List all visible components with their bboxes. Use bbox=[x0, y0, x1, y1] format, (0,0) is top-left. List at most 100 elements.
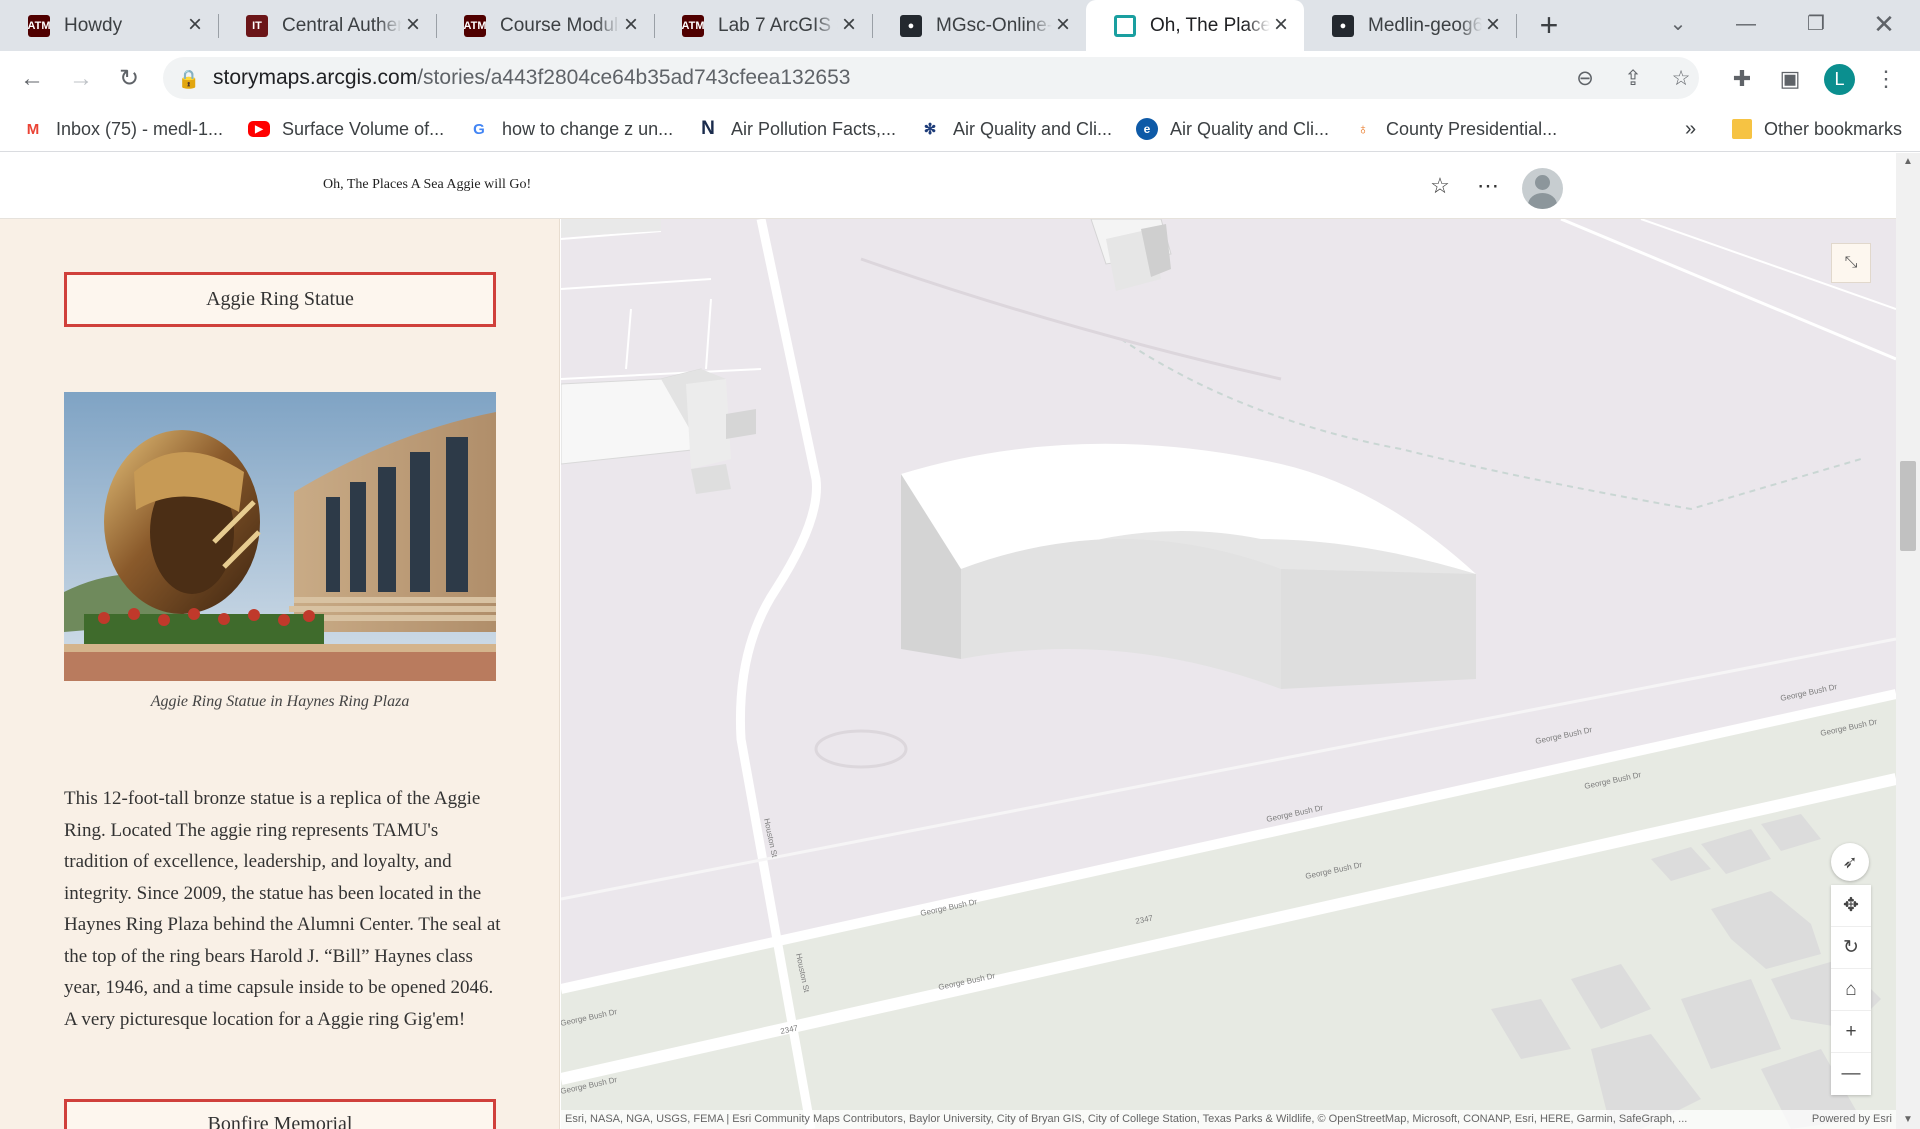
close-icon[interactable]: × bbox=[1270, 12, 1292, 37]
tab-course-module[interactable]: ATM Course Module × bbox=[436, 0, 654, 51]
close-icon[interactable]: × bbox=[1052, 12, 1074, 37]
tab-search-icon[interactable]: ⌄ bbox=[1658, 6, 1698, 42]
tab-oh-the-places[interactable]: Oh, The Places × bbox=[1086, 0, 1304, 51]
tab-title: MGsc-Online-C bbox=[936, 14, 1052, 36]
map-canvas[interactable]: George Bush Dr George Bush Dr George Bus… bbox=[561, 219, 1896, 1129]
tab-mgsc-online[interactable]: ● MGsc-Online-C × bbox=[872, 0, 1086, 51]
story-body-text: This 12-foot-tall bronze statue is a rep… bbox=[64, 788, 501, 1030]
bookmarks-bar: M Inbox (75) - medl-1... ▶ Surface Volum… bbox=[0, 106, 1920, 152]
browser-toolbar: ← → ↻ 🔒 storymaps.arcgis.com/stories/a44… bbox=[0, 51, 1920, 106]
scene-map[interactable]: George Bush Dr George Bush Dr George Bus… bbox=[561, 219, 1896, 1129]
tab-title: Lab 7 ArcGIS St bbox=[718, 14, 838, 36]
close-icon[interactable]: × bbox=[1482, 12, 1504, 37]
tab-title: Oh, The Places bbox=[1150, 14, 1270, 36]
bookmark-label: Surface Volume of... bbox=[282, 118, 445, 139]
back-button[interactable]: ← bbox=[12, 59, 52, 99]
bookmark-star-icon[interactable]: ☆ bbox=[1665, 63, 1697, 95]
bookmark-label: Air Quality and Cli... bbox=[953, 118, 1113, 139]
tamu-logo-icon: ATM bbox=[28, 14, 51, 37]
minimize-button[interactable]: — bbox=[1726, 6, 1766, 42]
compass-icon[interactable]: ➶ bbox=[1831, 843, 1869, 881]
bookmark-air-pollution[interactable]: N Air Pollution Facts,... bbox=[697, 115, 896, 143]
bookmark-air-quality-1[interactable]: ✻ Air Quality and Cli... bbox=[919, 115, 1112, 143]
slide-button-bonfire-memorial[interactable]: Bonfire Memorial bbox=[64, 1099, 496, 1129]
tab-title: Howdy bbox=[64, 14, 123, 36]
tab-medlin-geog[interactable]: ● Medlin-geog6 × bbox=[1304, 0, 1516, 51]
zoom-icon[interactable]: ⊖ bbox=[1569, 63, 1601, 95]
scroll-thumb[interactable] bbox=[1900, 461, 1916, 551]
statue-photo-illustration bbox=[64, 392, 496, 681]
lock-icon[interactable]: 🔒 bbox=[173, 63, 205, 95]
youtube-icon: ▶ bbox=[248, 121, 270, 137]
scroll-down-arrow[interactable]: ▼ bbox=[1896, 1111, 1920, 1129]
rotate-icon[interactable]: ↻ bbox=[1831, 927, 1871, 969]
bookmark-label: how to change z un... bbox=[502, 118, 674, 139]
bookmark-county-presidential[interactable]: ♁ County Presidential... bbox=[1352, 115, 1557, 143]
tab-lab7[interactable]: ATM Lab 7 ArcGIS St × bbox=[654, 0, 872, 51]
window-close-button[interactable]: ✕ bbox=[1864, 6, 1904, 42]
tab-separator bbox=[1516, 14, 1517, 38]
bookmark-youtube[interactable]: ▶ Surface Volume of... bbox=[248, 115, 444, 143]
slide-button-aggie-ring-statue[interactable]: Aggie Ring Statue bbox=[64, 272, 496, 327]
tab-central-auth[interactable]: IT Central Authen × bbox=[218, 0, 436, 51]
url-host: storymaps.arcgis.com bbox=[213, 66, 418, 89]
aggie-ring-statue-image[interactable] bbox=[64, 392, 496, 681]
scroll-up-arrow[interactable]: ▲ bbox=[1896, 153, 1920, 171]
zoom-in-button[interactable]: + bbox=[1831, 1011, 1871, 1053]
epa-icon: e bbox=[1136, 118, 1158, 140]
favorite-star-icon[interactable]: ☆ bbox=[1427, 173, 1453, 199]
bookmarks-overflow-button[interactable]: » bbox=[1685, 115, 1696, 143]
reload-button[interactable]: ↻ bbox=[109, 59, 149, 99]
bookmark-label: Air Quality and Cli... bbox=[1170, 118, 1330, 139]
tab-title: Central Authen bbox=[282, 14, 402, 36]
close-icon[interactable]: × bbox=[184, 12, 206, 37]
tab-strip: ATM Howdy × IT Central Authen × ATM Cour… bbox=[0, 0, 1920, 51]
bookmark-google[interactable]: G how to change z un... bbox=[468, 115, 673, 143]
tab-howdy[interactable]: ATM Howdy × bbox=[0, 0, 218, 51]
menu-icon[interactable]: ⋮ bbox=[1868, 61, 1904, 97]
attribution-text: Esri, NASA, NGA, USGS, FEMA | Esri Commu… bbox=[565, 1113, 1688, 1125]
pan-icon[interactable]: ✥ bbox=[1831, 885, 1871, 927]
tamu-logo-icon: ATM bbox=[682, 14, 705, 37]
n-logo-icon: N bbox=[701, 118, 715, 139]
map-attribution: Esri, NASA, NGA, USGS, FEMA | Esri Commu… bbox=[561, 1110, 1896, 1129]
it-logo-icon: IT bbox=[246, 14, 268, 37]
home-icon[interactable]: ⌂ bbox=[1831, 969, 1871, 1011]
zoom-out-button[interactable]: — bbox=[1831, 1053, 1871, 1095]
address-bar[interactable]: 🔒 storymaps.arcgis.com/stories/a443f2804… bbox=[163, 57, 1699, 99]
narrative-panel: Aggie Ring Statue Aggie Ring Statue in H… bbox=[0, 219, 560, 1129]
close-icon[interactable]: × bbox=[402, 12, 424, 37]
expand-map-button[interactable]: ⤡ bbox=[1831, 243, 1871, 283]
github-icon: ● bbox=[900, 14, 922, 37]
avatar-body bbox=[1528, 193, 1557, 209]
close-icon[interactable]: × bbox=[838, 12, 860, 37]
more-options-icon[interactable]: ⋯ bbox=[1475, 173, 1501, 199]
tamu-logo-icon: ATM bbox=[464, 14, 487, 37]
tab-title: Medlin-geog6 bbox=[1368, 14, 1482, 36]
folder-icon bbox=[1732, 119, 1752, 139]
github-icon: ● bbox=[1332, 14, 1354, 37]
page-scrollbar[interactable]: ▲ ▼ bbox=[1896, 153, 1920, 1129]
user-avatar[interactable] bbox=[1522, 168, 1563, 209]
bookmark-label: County Presidential... bbox=[1386, 118, 1558, 139]
snowflake-icon: ✻ bbox=[923, 121, 937, 138]
powered-by-esri[interactable]: Powered by Esri bbox=[1812, 1110, 1892, 1129]
bookmark-gmail[interactable]: M Inbox (75) - medl-1... bbox=[22, 115, 223, 143]
bookmark-label: Inbox (75) - medl-1... bbox=[56, 118, 224, 139]
google-icon: G bbox=[473, 120, 485, 138]
extensions-icon[interactable]: ✚ bbox=[1724, 61, 1760, 97]
side-panel-icon[interactable]: ▣ bbox=[1772, 61, 1808, 97]
share-icon[interactable]: ⇪ bbox=[1617, 63, 1649, 95]
story-title: Oh, The Places A Sea Aggie will Go! bbox=[323, 177, 532, 192]
forward-button[interactable]: → bbox=[61, 59, 101, 99]
new-tab-button[interactable]: + bbox=[1531, 8, 1567, 44]
other-bookmarks[interactable]: Other bookmarks bbox=[1732, 115, 1902, 143]
bookmark-label: Air Pollution Facts,... bbox=[731, 118, 897, 139]
close-icon[interactable]: × bbox=[620, 12, 642, 37]
tab-title: Course Module bbox=[500, 14, 620, 36]
pin-icon: ♁ bbox=[1357, 120, 1369, 138]
profile-avatar[interactable]: L bbox=[1824, 64, 1855, 95]
image-caption: Aggie Ring Statue in Haynes Ring Plaza bbox=[150, 693, 410, 710]
bookmark-air-quality-2[interactable]: e Air Quality and Cli... bbox=[1136, 115, 1329, 143]
restore-button[interactable]: ❐ bbox=[1796, 6, 1836, 42]
